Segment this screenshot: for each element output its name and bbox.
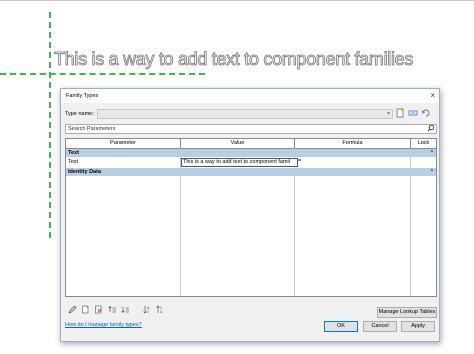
parameter-name-cell[interactable]: Text bbox=[68, 158, 78, 166]
search-placeholder: Search Parameters bbox=[68, 126, 116, 132]
delete-type-icon[interactable] bbox=[421, 108, 431, 118]
svg-text:Z: Z bbox=[147, 310, 150, 314]
new-type-icon[interactable] bbox=[395, 108, 405, 118]
rename-type-icon[interactable] bbox=[408, 108, 418, 118]
move-up-icon[interactable] bbox=[107, 305, 117, 315]
search-parameters-input[interactable]: Search Parameters bbox=[65, 124, 437, 134]
parameter-value-input[interactable]: This is a way to add text to component f… bbox=[181, 158, 298, 167]
canvas-text-label[interactable]: This is a way to add text to component f… bbox=[54, 49, 414, 70]
dialog-title: Family Types bbox=[66, 93, 99, 99]
canvas-top-edge bbox=[0, 0, 474, 1]
sort-ascending-icon[interactable]: AZ bbox=[141, 305, 151, 315]
column-header-value[interactable]: Value bbox=[181, 139, 295, 149]
help-link[interactable]: How do I manage family types? bbox=[65, 322, 142, 328]
ok-button[interactable]: OK bbox=[324, 321, 358, 332]
horizontal-reference-plane[interactable] bbox=[0, 73, 205, 75]
column-header-formula[interactable]: Formula bbox=[295, 139, 411, 149]
parameters-grid: Parameter Value Formula Lock Text ⌃ Text… bbox=[65, 138, 437, 297]
vertical-reference-plane[interactable] bbox=[49, 12, 51, 238]
column-header-parameter[interactable]: Parameter bbox=[66, 139, 181, 149]
group-label: Text bbox=[68, 150, 79, 156]
pencil-icon[interactable] bbox=[67, 305, 77, 315]
family-types-dialog: Family Types × Type name: ▾ Search Param… bbox=[60, 88, 440, 342]
cancel-button[interactable]: Cancel bbox=[363, 321, 397, 332]
dialog-titlebar[interactable]: Family Types × bbox=[61, 89, 439, 103]
search-icon[interactable] bbox=[427, 124, 435, 134]
collapse-icon[interactable]: ⌃ bbox=[430, 168, 434, 176]
group-header-identity-data[interactable]: Identity Data ⌃ bbox=[66, 168, 436, 176]
delete-parameter-icon[interactable] bbox=[93, 305, 103, 315]
chevron-down-icon: ▾ bbox=[386, 111, 390, 117]
move-down-icon[interactable] bbox=[120, 305, 130, 315]
parameter-formula-cell[interactable]: = bbox=[298, 158, 301, 164]
svg-text:A: A bbox=[160, 310, 163, 314]
manage-lookup-tables-button[interactable]: Manage Lookup Tables bbox=[377, 307, 437, 318]
group-header-text[interactable]: Text ⌃ bbox=[66, 149, 436, 157]
apply-button[interactable]: Apply bbox=[401, 321, 435, 332]
type-name-select[interactable]: ▾ bbox=[97, 109, 393, 119]
sort-descending-icon[interactable]: ZA bbox=[154, 305, 164, 315]
column-header-lock[interactable]: Lock bbox=[411, 139, 436, 149]
close-icon[interactable]: × bbox=[430, 91, 435, 100]
collapse-icon[interactable]: ⌃ bbox=[430, 149, 434, 157]
type-name-label: Type name: bbox=[65, 111, 94, 117]
new-parameter-icon[interactable] bbox=[80, 305, 90, 315]
group-label: Identity Data bbox=[68, 169, 102, 175]
